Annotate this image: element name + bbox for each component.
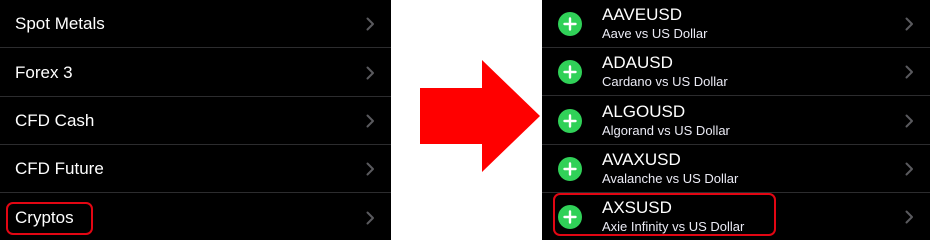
plus-circle-icon[interactable] xyxy=(558,156,582,181)
symbol-description: Axie Infinity vs US Dollar xyxy=(602,219,745,234)
symbol-item-adausd[interactable]: ADAUSD Cardano vs US Dollar xyxy=(542,48,930,96)
category-label: Spot Metals xyxy=(15,14,105,33)
chevron-right-icon xyxy=(905,114,914,128)
category-item-forex-3[interactable]: Forex 3 xyxy=(0,49,391,97)
chevron-right-icon xyxy=(366,114,375,128)
symbol-name: ALGOUSD xyxy=(602,102,686,121)
category-item-spot-metals[interactable]: Spot Metals xyxy=(0,0,391,48)
plus-circle-icon[interactable] xyxy=(558,11,582,36)
plus-circle-icon[interactable] xyxy=(558,108,582,133)
category-item-cfd-future[interactable]: CFD Future xyxy=(0,145,391,193)
symbol-item-algousd[interactable]: ALGOUSD Algorand vs US Dollar xyxy=(542,97,930,145)
symbol-description: Aave vs US Dollar xyxy=(602,26,708,41)
chevron-right-icon xyxy=(905,17,914,31)
symbol-list: AAVEUSD Aave vs US Dollar ADAUSD Cardano… xyxy=(542,0,930,240)
category-list: Spot Metals Forex 3 CFD Cash CFD Future … xyxy=(0,0,391,240)
chevron-right-icon xyxy=(366,66,375,80)
plus-circle-icon[interactable] xyxy=(558,205,582,229)
chevron-right-icon xyxy=(366,17,375,31)
symbol-item-axsusd[interactable]: AXSUSD Axie Infinity vs US Dollar xyxy=(542,193,930,240)
chevron-right-icon xyxy=(905,210,914,224)
category-label: CFD Future xyxy=(15,159,104,178)
symbol-name: AVAXUSD xyxy=(602,150,681,169)
symbol-name: AXSUSD xyxy=(602,198,672,217)
chevron-right-icon xyxy=(366,162,375,176)
category-label: CFD Cash xyxy=(15,111,95,130)
chevron-right-icon xyxy=(905,162,914,176)
chevron-right-icon xyxy=(366,211,375,225)
chevron-right-icon xyxy=(905,65,914,79)
category-label: Cryptos xyxy=(15,208,74,227)
symbol-description: Algorand vs US Dollar xyxy=(602,123,730,138)
symbol-name: ADAUSD xyxy=(602,53,673,72)
symbol-item-avaxusd[interactable]: AVAXUSD Avalanche vs US Dollar xyxy=(542,145,930,193)
symbol-name: AAVEUSD xyxy=(602,5,682,24)
category-item-cfd-cash[interactable]: CFD Cash xyxy=(0,97,391,145)
symbol-description: Avalanche vs US Dollar xyxy=(602,171,739,186)
plus-circle-icon[interactable] xyxy=(558,59,582,84)
category-label: Forex 3 xyxy=(15,63,73,82)
symbol-description: Cardano vs US Dollar xyxy=(602,74,728,89)
symbol-item-aaveusd[interactable]: AAVEUSD Aave vs US Dollar xyxy=(542,0,930,48)
right-arrow-icon xyxy=(420,60,540,172)
category-item-cryptos[interactable]: Cryptos xyxy=(0,194,391,240)
